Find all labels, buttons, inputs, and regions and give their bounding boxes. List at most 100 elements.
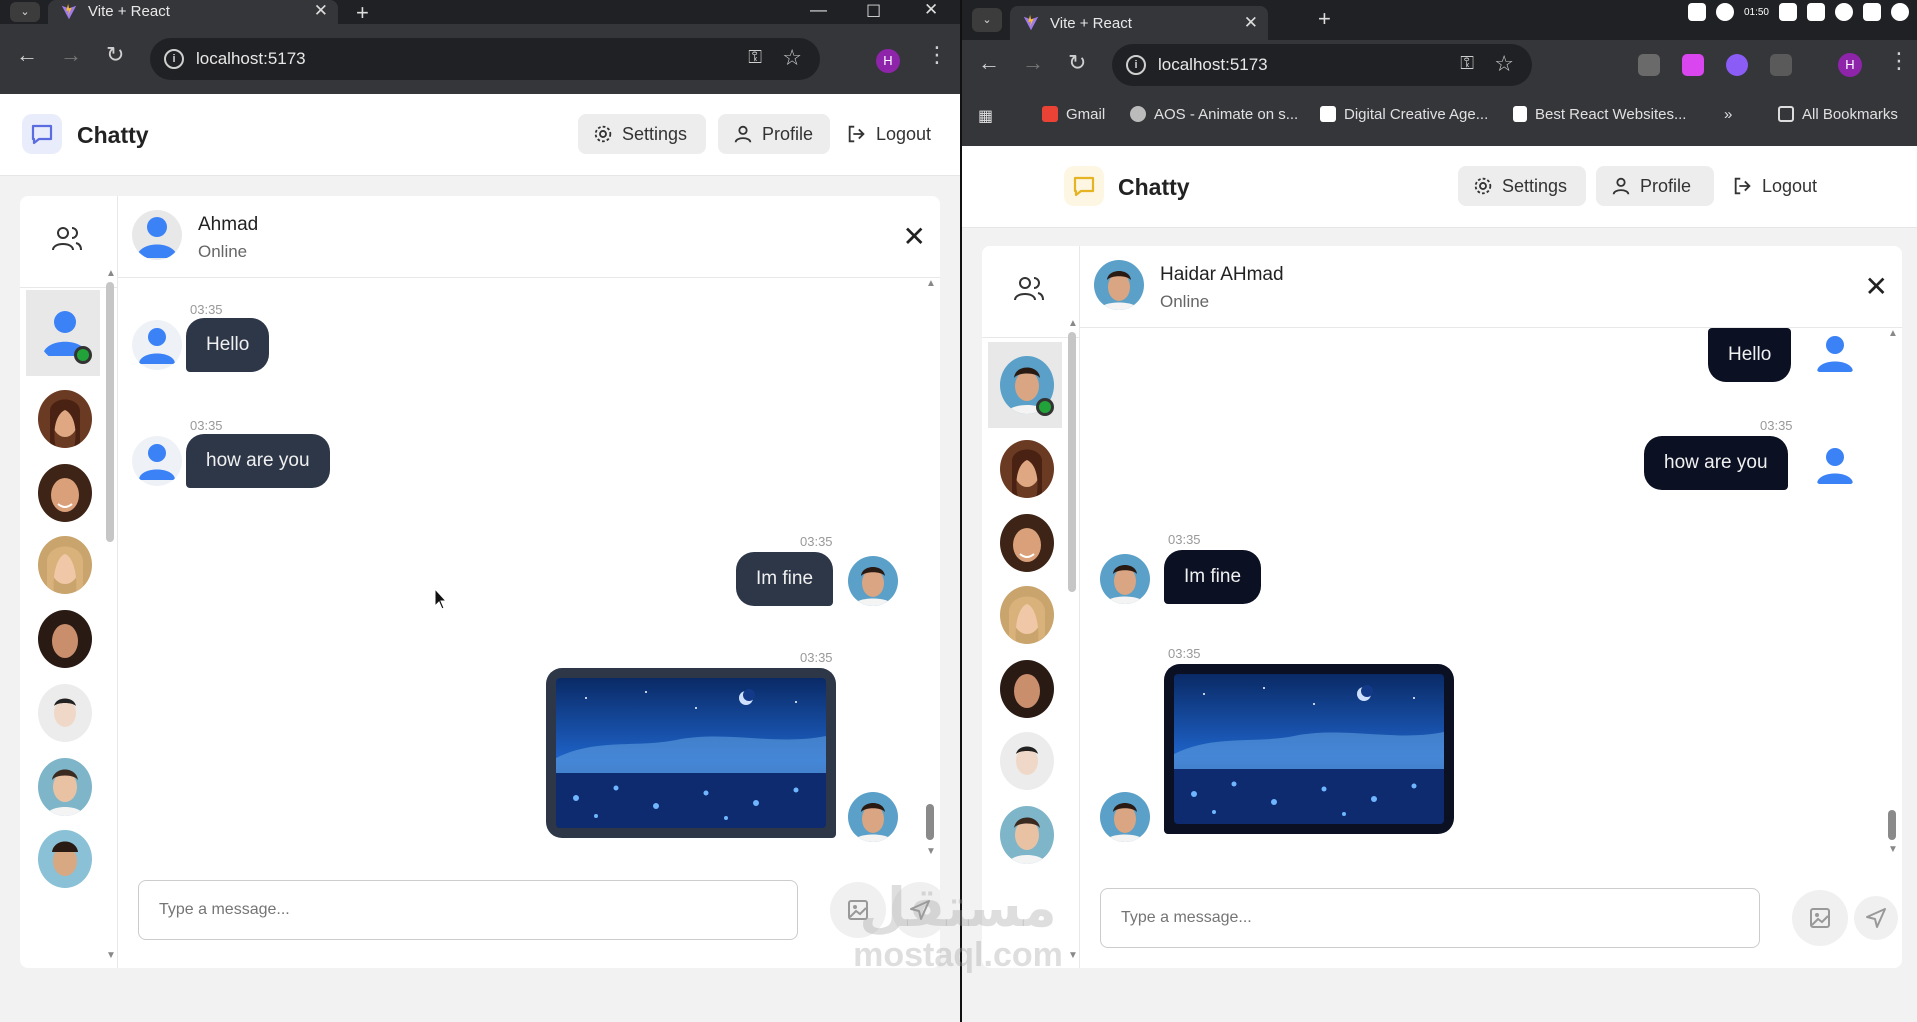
message-input[interactable]: [138, 880, 798, 940]
record-icon[interactable]: [1715, 3, 1734, 21]
back-icon[interactable]: ←: [16, 42, 38, 68]
forward-icon[interactable]: →: [60, 42, 82, 68]
messages-scrollbar[interactable]: [926, 804, 934, 840]
mouse-cursor-icon: [434, 588, 448, 610]
contact-item[interactable]: [988, 342, 1062, 428]
download-extension-icon[interactable]: [1682, 54, 1704, 76]
contacts-scrollbar[interactable]: [1068, 332, 1076, 592]
new-tab-button[interactable]: +: [356, 0, 369, 26]
message-bubble: Im fine: [736, 552, 834, 606]
profile-button[interactable]: Profile: [718, 114, 830, 154]
chat-container: ▲ ▼ Haidar AHmad Online ✕ Hello 03:35 ho…: [982, 246, 1902, 968]
image-message-bubble[interactable]: [1164, 664, 1454, 834]
contact-avatar: [38, 684, 92, 742]
tab-search-button[interactable]: ⌄: [10, 2, 40, 22]
scroll-up-icon[interactable]: ▲: [926, 278, 936, 289]
address-bar[interactable]: i localhost:5173 ⚿ ☆: [1112, 44, 1532, 86]
scroll-down-icon[interactable]: ▼: [926, 846, 936, 857]
message-input[interactable]: [1100, 888, 1760, 948]
browser-menu-icon[interactable]: ⋮: [926, 42, 948, 68]
browser-toolbar: ← → ↻ i localhost:5173 ⚿ ☆ H ⋮: [0, 24, 960, 94]
contact-item[interactable]: [988, 792, 1062, 878]
scroll-up-icon[interactable]: ▲: [1888, 328, 1898, 339]
colorful-extension-icon[interactable]: [1726, 54, 1748, 76]
image-message-bubble[interactable]: [546, 668, 836, 838]
close-tab-icon[interactable]: ✕: [1244, 13, 1258, 33]
bookmark-best-react[interactable]: Best React Websites...: [1513, 106, 1686, 123]
maximize-button[interactable]: ☐: [866, 2, 881, 22]
close-chat-icon[interactable]: ✕: [1865, 270, 1888, 303]
location-icon[interactable]: [1835, 3, 1853, 21]
window-icon[interactable]: [1863, 3, 1881, 21]
chat-header: Ahmad Online ✕: [118, 196, 940, 278]
contact-avatar: [1000, 732, 1054, 790]
gear-icon[interactable]: [1891, 3, 1909, 21]
contacts-scrollbar[interactable]: [106, 282, 114, 542]
more-bookmarks-icon[interactable]: »: [1724, 106, 1732, 123]
contact-avatar: [38, 464, 92, 522]
puzzle-icon[interactable]: [1770, 54, 1792, 76]
bookmark-aos[interactable]: AOS - Animate on s...: [1130, 106, 1298, 123]
right-browser-window: ⌄ Vite + React ✕ + 01:50 ← → ↻ i localho…: [962, 0, 1917, 1022]
logout-button[interactable]: Logout: [1718, 166, 1830, 206]
profile-avatar[interactable]: H: [876, 49, 900, 73]
password-key-icon[interactable]: ⚿: [748, 47, 762, 68]
window-close-button[interactable]: ✕: [924, 0, 938, 20]
settings-button[interactable]: Settings: [1458, 166, 1586, 206]
settings-button[interactable]: Settings: [578, 114, 706, 154]
extension-icon[interactable]: [1638, 54, 1660, 76]
scroll-up-icon[interactable]: ▲: [106, 268, 116, 279]
bookmark-star-icon[interactable]: ☆: [782, 45, 802, 71]
contacts-header: [20, 196, 118, 288]
bookmarks-bar: ▦ Gmail AOS - Animate on s... Digital Cr…: [962, 98, 1917, 134]
bookmark-gmail[interactable]: Gmail: [1042, 106, 1105, 123]
tab-strip: ⌄ Vite + React ✕ + 01:50: [962, 0, 1917, 40]
chatty-logo-icon: [1064, 166, 1104, 206]
user-icon: [1612, 177, 1630, 195]
back-icon[interactable]: ←: [978, 50, 1000, 76]
left-browser-window: ⌄ Vite + React ✕ + — ☐ ✕ ← → ↻ i localho…: [0, 0, 960, 1022]
new-tab-button[interactable]: +: [1318, 6, 1331, 32]
sender-avatar: [1100, 554, 1150, 604]
site-info-icon[interactable]: i: [164, 49, 184, 69]
browser-tab[interactable]: Vite + React ✕: [48, 0, 338, 24]
tab-title: Vite + React: [88, 3, 170, 20]
scroll-down-icon[interactable]: ▼: [1888, 844, 1898, 855]
bookmark-label: All Bookmarks: [1802, 106, 1898, 123]
contact-item[interactable]: [26, 816, 100, 902]
contact-avatar: [1000, 514, 1054, 572]
close-tab-icon[interactable]: ✕: [314, 1, 328, 21]
logout-icon: [848, 125, 865, 143]
send-button[interactable]: [1854, 896, 1898, 940]
close-chat-icon[interactable]: ✕: [903, 220, 926, 253]
browser-menu-icon[interactable]: ⋮: [1888, 48, 1910, 74]
logout-button[interactable]: Logout: [832, 114, 942, 154]
forward-icon[interactable]: →: [1022, 50, 1044, 76]
vite-icon: [1023, 14, 1039, 31]
bookmark-digital-creative[interactable]: Digital Creative Age...: [1320, 106, 1488, 123]
password-key-icon[interactable]: ⚿: [1460, 53, 1474, 74]
profile-avatar[interactable]: H: [1838, 53, 1862, 77]
browser-tab[interactable]: Vite + React ✕: [1010, 6, 1268, 40]
microphone-icon[interactable]: [1779, 3, 1797, 21]
bookmark-star-icon[interactable]: ☆: [1494, 51, 1514, 77]
minimize-button[interactable]: —: [810, 0, 827, 20]
profile-button[interactable]: Profile: [1596, 166, 1714, 206]
reload-icon[interactable]: ↻: [106, 42, 124, 68]
attach-image-button[interactable]: [1792, 890, 1848, 946]
all-bookmarks-folder[interactable]: All Bookmarks: [1778, 106, 1898, 123]
night-sky-image: [1174, 674, 1444, 824]
tab-search-button[interactable]: ⌄: [972, 8, 1002, 32]
scroll-down-icon[interactable]: ▼: [106, 950, 116, 961]
apps-grid-icon[interactable]: ▦: [978, 106, 993, 126]
scroll-up-icon[interactable]: ▲: [1068, 318, 1078, 329]
site-info-icon[interactable]: i: [1126, 55, 1146, 75]
contact-item[interactable]: [26, 290, 100, 376]
chatty-logo-icon: [22, 114, 62, 154]
speaker-icon[interactable]: [1807, 3, 1825, 21]
address-bar[interactable]: i localhost:5173 ⚿ ☆: [150, 38, 820, 80]
url-text: localhost:5173: [196, 49, 306, 68]
camera-icon[interactable]: [1687, 3, 1706, 21]
messages-scrollbar[interactable]: [1888, 810, 1896, 840]
reload-icon[interactable]: ↻: [1068, 50, 1086, 76]
